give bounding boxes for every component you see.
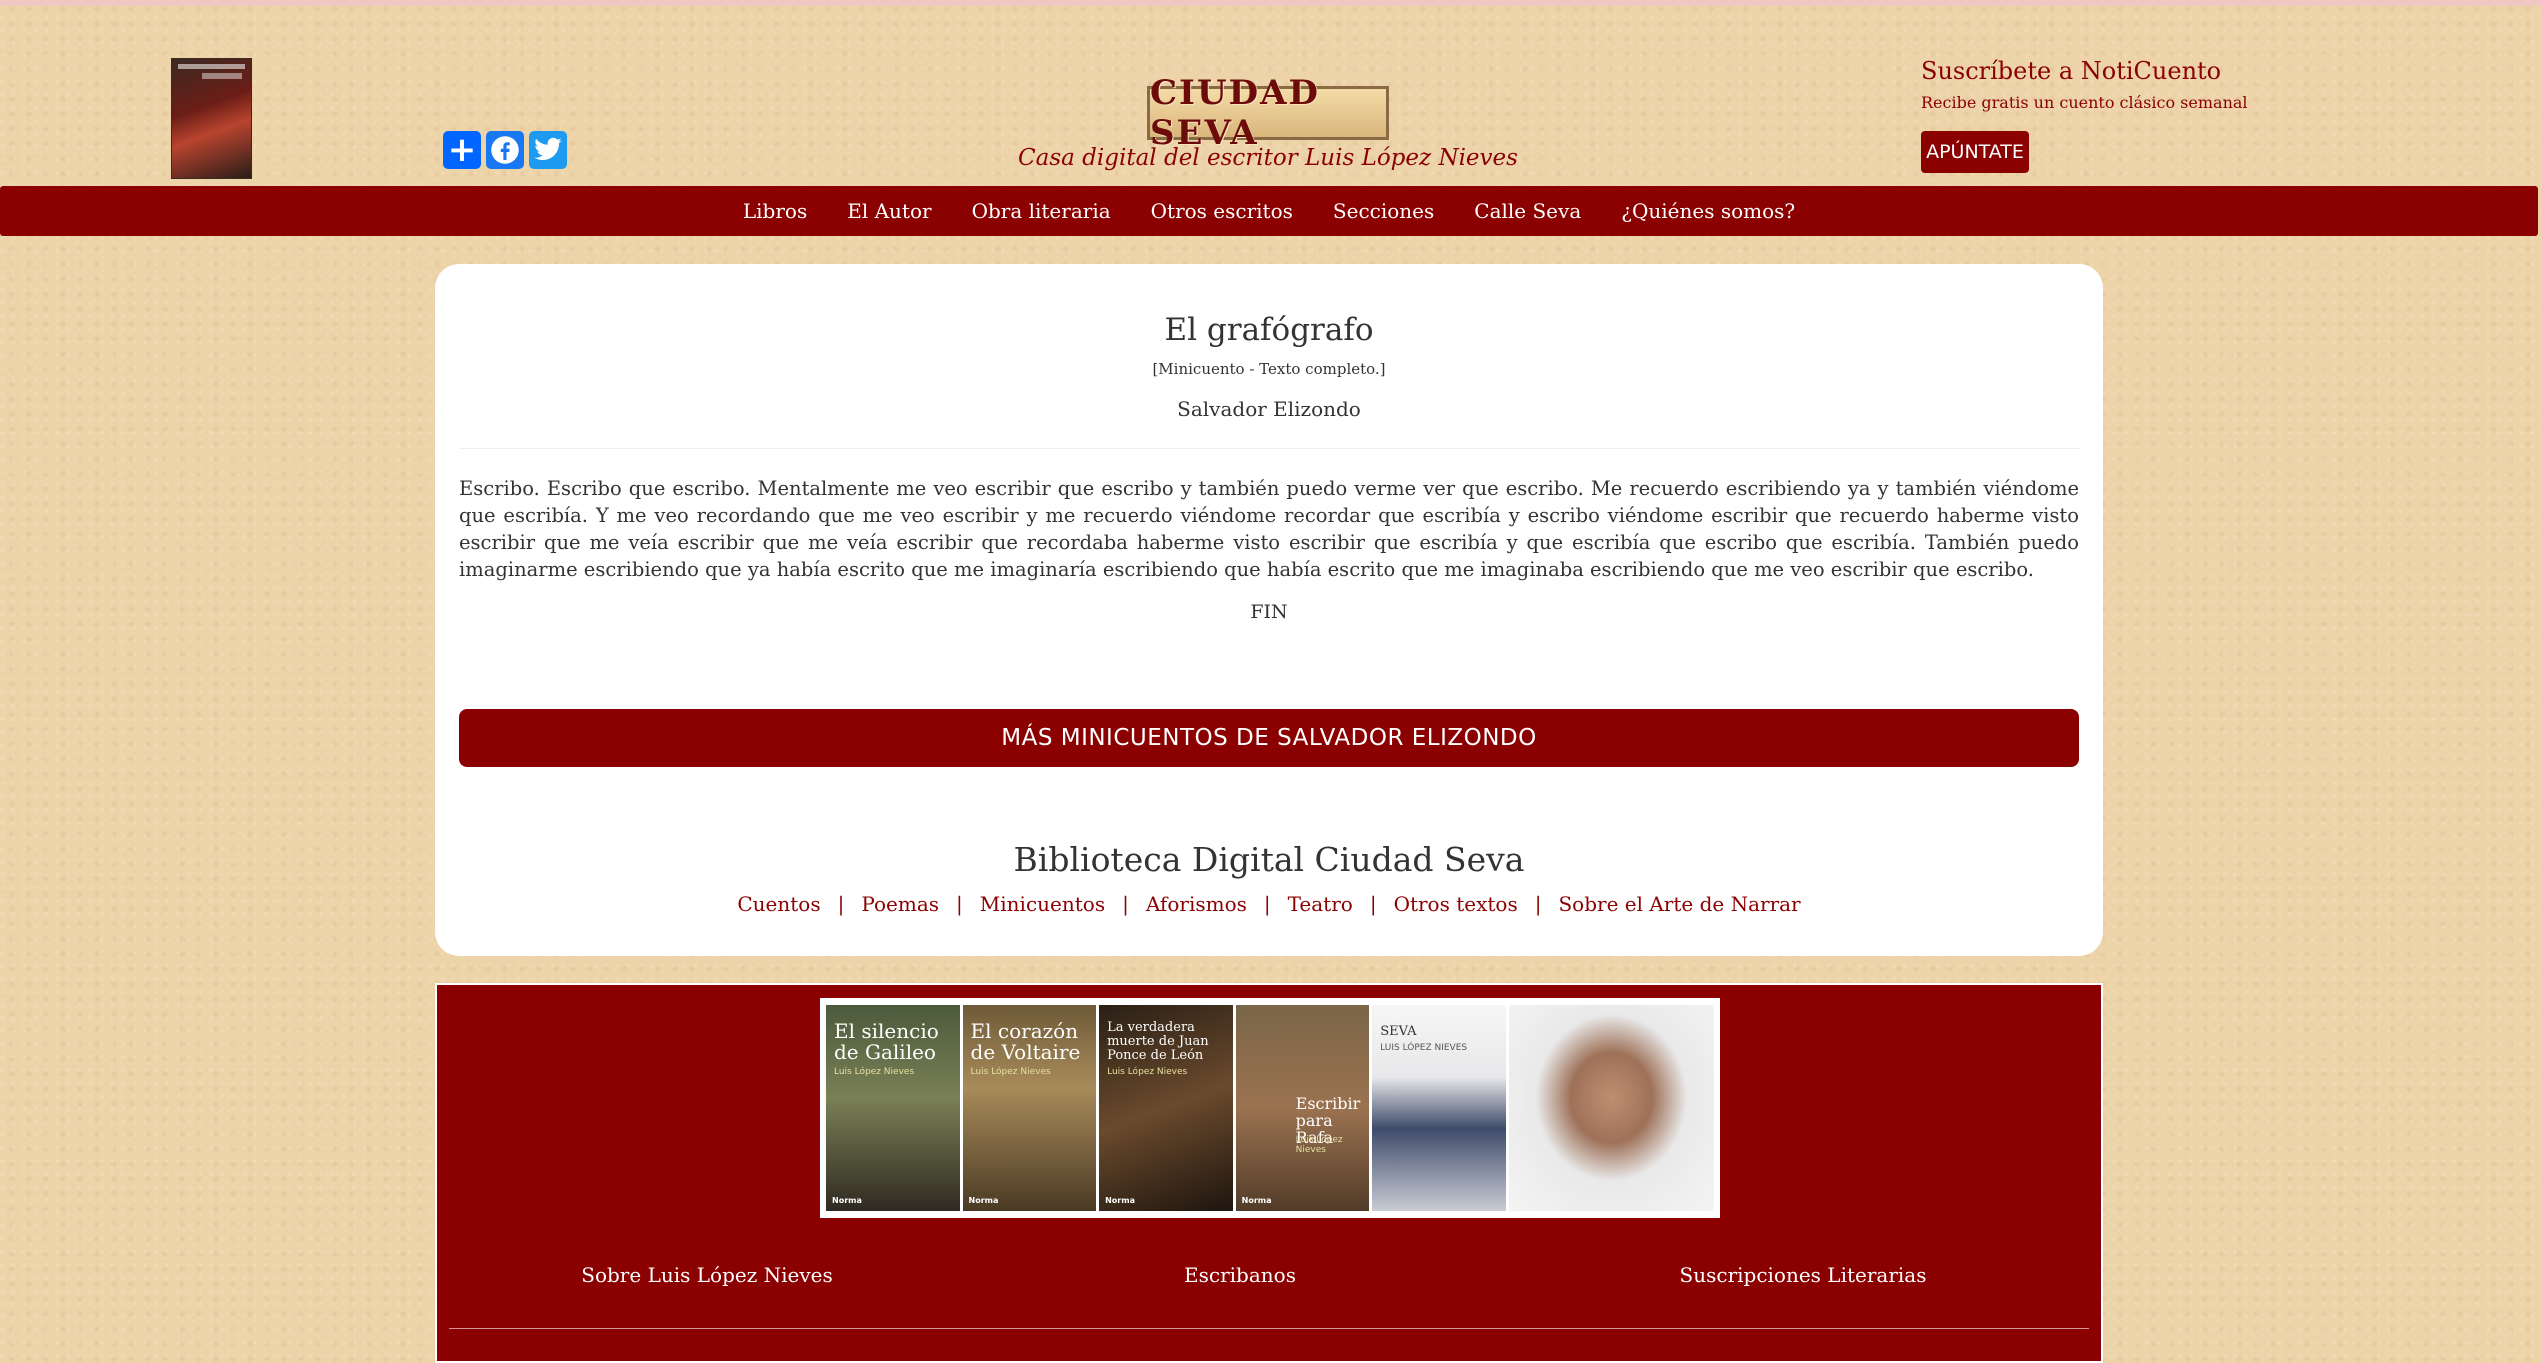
library-link-aforismos[interactable]: Aforismos <box>1146 892 1247 916</box>
book-cover-voltaire[interactable]: El corazón de Voltaire Luis López Nieves… <box>962 1005 1097 1211</box>
book-title: El silencio de Galileo <box>834 1019 939 1064</box>
book-title: SEVA <box>1380 1024 1417 1039</box>
story-meta: [Minicuento - Texto completo.] <box>1152 360 1386 378</box>
subscribe-button[interactable]: APÚNTATE <box>1921 131 2029 173</box>
story-card: El grafógrafo [Minicuento - Texto comple… <box>435 264 2103 956</box>
library-link-minicuentos[interactable]: Minicuentos <box>980 892 1105 916</box>
library-link-poemas[interactable]: Poemas <box>861 892 939 916</box>
site-logo[interactable]: CIUDAD SEVA <box>1147 73 1389 153</box>
book-cover-escribir-para-rafa[interactable]: Escribir para Rafa Luis López Nieves Nor… <box>1235 1005 1370 1211</box>
share-plus-icon[interactable]: + <box>443 131 481 169</box>
link-separator: | <box>956 892 963 916</box>
library-link-cuentos[interactable]: Cuentos <box>737 892 820 916</box>
publisher-logo: Norma <box>832 1196 862 1205</box>
author-photo[interactable] <box>1508 1005 1715 1211</box>
book-title: La verdadera muerte de Juan Ponce de Leó… <box>1107 1020 1209 1063</box>
site-tagline: Casa digital del escritor Luis López Nie… <box>1018 145 1518 171</box>
library-link-arte-de-narrar[interactable]: Sobre el Arte de Narrar <box>1558 892 1800 916</box>
library-title: Biblioteca Digital Ciudad Seva <box>1013 840 1525 879</box>
publisher-logo: Norma <box>968 1196 999 1205</box>
book-cover-ponce-de-leon[interactable]: La verdadera muerte de Juan Ponce de Leó… <box>1099 1005 1233 1211</box>
nav-item-el-autor[interactable]: El Autor <box>827 199 951 223</box>
book-cover-thumbnail[interactable] <box>172 59 251 178</box>
site-footer: El silencio de Galileo Luis López Nieves… <box>435 983 2103 1363</box>
book-thumb-subtitle <box>202 73 242 79</box>
story-title: El grafógrafo <box>1164 312 1374 348</box>
publisher-logo: Norma <box>1105 1196 1135 1205</box>
top-border <box>0 0 2542 6</box>
footer-links: Sobre Luis López Nieves Escribanos Suscr… <box>437 1263 2101 1293</box>
library-link-teatro[interactable]: Teatro <box>1288 892 1353 916</box>
link-separator: | <box>1369 892 1377 916</box>
nav-item-secciones[interactable]: Secciones <box>1313 199 1454 223</box>
more-minicuentos-button[interactable]: MÁS MINICUENTOS DE SALVADOR ELIZONDO <box>459 709 2079 767</box>
books-banner[interactable]: El silencio de Galileo Luis López Nieves… <box>820 998 1720 1218</box>
link-separator: | <box>1263 892 1271 916</box>
book-author: LUIS LÓPEZ NIEVES <box>1380 1043 1468 1053</box>
facebook-icon[interactable] <box>486 131 524 169</box>
story-body: Escribo. Escribo que escribo. Mentalment… <box>459 477 2079 581</box>
book-cover-galileo[interactable]: El silencio de Galileo Luis López Nieves… <box>826 1005 960 1211</box>
book-thumb-title <box>178 64 245 69</box>
nav-item-libros[interactable]: Libros <box>723 199 827 223</box>
link-separator: | <box>837 892 845 916</box>
footer-link-escribanos[interactable]: Escribanos <box>1184 1263 1296 1287</box>
nav-item-otros-escritos[interactable]: Otros escritos <box>1131 199 1313 223</box>
footer-divider <box>449 1328 2089 1329</box>
book-author: Luis López Nieves <box>1107 1067 1188 1077</box>
library-links: Cuentos | Poemas | Minicuentos | Aforism… <box>435 892 2103 916</box>
main-nav: Libros El Autor Obra literaria Otros esc… <box>0 186 2538 236</box>
footer-link-suscripciones[interactable]: Suscripciones Literarias <box>1680 1263 1927 1287</box>
nav-item-quienes-somos[interactable]: ¿Quiénes somos? <box>1601 199 1815 223</box>
twitter-icon[interactable] <box>529 131 567 169</box>
link-separator: | <box>1122 892 1129 916</box>
story-author: Salvador Elizondo <box>1177 397 1361 421</box>
library-link-otros-textos[interactable]: Otros textos <box>1394 892 1518 916</box>
nav-item-calle-seva[interactable]: Calle Seva <box>1454 199 1601 223</box>
book-title: El corazón de Voltaire <box>970 1019 1081 1064</box>
footer-link-sobre-autor[interactable]: Sobre Luis López Nieves <box>581 1263 832 1287</box>
book-author: Luis López Nieves <box>970 1067 1051 1077</box>
book-cover-seva[interactable]: SEVA LUIS LÓPEZ NIEVES <box>1372 1005 1506 1211</box>
book-author: Luis López Nieves <box>1295 1135 1343 1155</box>
share-buttons: + <box>443 131 567 169</box>
story-end: FIN <box>1250 601 1288 623</box>
publisher-logo: Norma <box>1241 1196 1272 1205</box>
link-separator: | <box>1534 892 1542 916</box>
subscribe-subtitle: Recibe gratis un cuento clásico semanal <box>1921 93 2248 112</box>
book-author: Luis López Nieves <box>834 1067 915 1077</box>
divider <box>459 448 2079 449</box>
nav-item-obra-literaria[interactable]: Obra literaria <box>952 199 1131 223</box>
subscribe-title: Suscríbete a NotiCuento <box>1921 57 2222 85</box>
